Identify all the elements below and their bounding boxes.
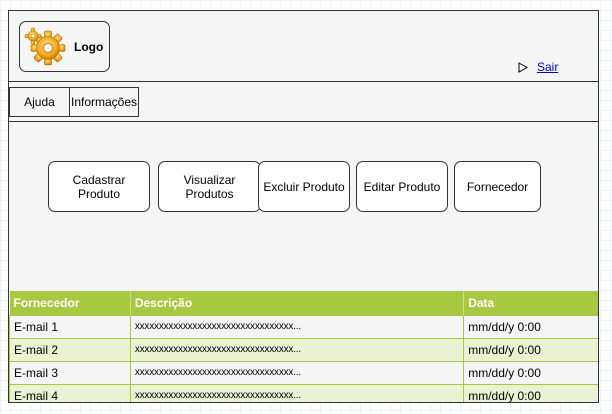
- editar-produto-button[interactable]: Editar Produto: [356, 161, 448, 212]
- cell-fornecedor: E-mail 1: [9, 314, 131, 339]
- nav-bar: Ajuda Informações: [9, 87, 139, 117]
- cell-data: mm/dd/y 0:00: [463, 360, 598, 385]
- gear-icon: [24, 27, 66, 65]
- cell-fornecedor: E-mail 3: [9, 360, 131, 385]
- data-table: Fornecedor Descrição Data E-mail 1 xxxxx…: [9, 291, 598, 402]
- table-header-row: Fornecedor Descrição Data: [9, 291, 598, 315]
- nav-divider: [9, 121, 598, 122]
- logo[interactable]: Logo: [19, 21, 110, 72]
- app-frame: Logo Sair Ajuda Informações Cadastrar Pr…: [8, 10, 599, 403]
- excluir-produto-button[interactable]: Excluir Produto: [258, 161, 350, 212]
- tab-informacoes[interactable]: Informações: [69, 87, 139, 117]
- cell-descricao: xxxxxxxxxxxxxxxxxxxxxxxxxxxxxxxxx...: [129, 337, 465, 362]
- column-header-fornecedor[interactable]: Fornecedor: [9, 291, 131, 315]
- table-row[interactable]: E-mail 1 xxxxxxxxxxxxxxxxxxxxxxxxxxxxxxx…: [9, 314, 598, 339]
- logout-link[interactable]: Sair: [537, 60, 558, 74]
- column-header-data[interactable]: Data: [463, 291, 598, 315]
- header-divider: [9, 81, 598, 82]
- table-row[interactable]: E-mail 2 xxxxxxxxxxxxxxxxxxxxxxxxxxxxxxx…: [9, 337, 598, 362]
- tab-ajuda[interactable]: Ajuda: [9, 87, 70, 117]
- cell-descricao: xxxxxxxxxxxxxxxxxxxxxxxxxxxxxxxxx...: [129, 383, 465, 402]
- header: Logo Sair: [9, 11, 598, 82]
- fornecedor-button[interactable]: Fornecedor: [454, 161, 541, 212]
- cell-descricao: xxxxxxxxxxxxxxxxxxxxxxxxxxxxxxxxx...: [129, 360, 465, 385]
- cell-descricao: xxxxxxxxxxxxxxxxxxxxxxxxxxxxxxxxx...: [129, 314, 465, 339]
- cell-data: mm/dd/y 0:00: [463, 337, 598, 362]
- cell-fornecedor: E-mail 2: [9, 337, 131, 362]
- cell-data: mm/dd/y 0:00: [463, 314, 598, 339]
- table-row[interactable]: E-mail 4 xxxxxxxxxxxxxxxxxxxxxxxxxxxxxxx…: [9, 383, 598, 402]
- logo-text: Logo: [74, 39, 104, 54]
- cell-fornecedor: E-mail 4: [9, 383, 131, 402]
- cadastrar-produto-button[interactable]: Cadastrar Produto: [48, 161, 150, 212]
- play-outline-icon: [518, 61, 528, 73]
- table-row[interactable]: E-mail 3 xxxxxxxxxxxxxxxxxxxxxxxxxxxxxxx…: [9, 360, 598, 385]
- visualizar-produtos-button[interactable]: Visualizar Produtos: [158, 161, 261, 212]
- logout[interactable]: Sair: [518, 60, 558, 74]
- cell-data: mm/dd/y 0:00: [463, 383, 598, 402]
- column-header-descricao[interactable]: Descrição: [130, 291, 465, 315]
